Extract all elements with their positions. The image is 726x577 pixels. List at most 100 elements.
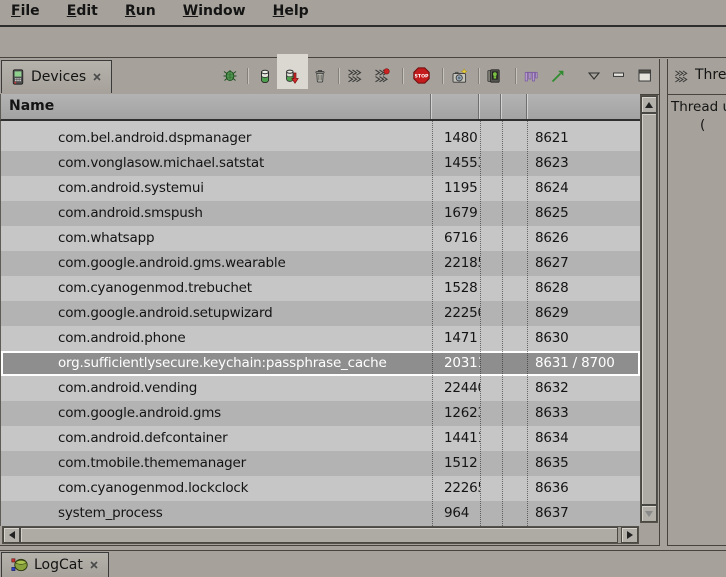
horizontal-scrollbar[interactable] bbox=[2, 526, 639, 544]
stop-process-icon[interactable]: STOP bbox=[413, 67, 430, 84]
method-profiling-icon[interactable] bbox=[374, 68, 390, 84]
table-row[interactable]: org.sufficientlysecure.keychain:passphra… bbox=[1, 351, 640, 376]
empty-cell bbox=[480, 476, 502, 501]
table-row[interactable]: com.google.android.gms.wearable221858627 bbox=[1, 251, 640, 276]
screen-record-icon[interactable] bbox=[487, 68, 503, 84]
empty-cell bbox=[480, 451, 502, 476]
empty-cell bbox=[480, 401, 502, 426]
process-pid: 14411 bbox=[432, 426, 480, 451]
screen-capture-icon[interactable] bbox=[452, 68, 469, 84]
process-name: com.android.systemui bbox=[1, 176, 432, 201]
threads-tabbar: Threads bbox=[668, 59, 726, 95]
column-divider bbox=[527, 121, 528, 526]
empty-cell bbox=[502, 226, 527, 251]
empty-cell bbox=[480, 126, 502, 151]
process-pid: 22265 bbox=[432, 476, 480, 501]
process-port: 8624 bbox=[527, 176, 640, 201]
process-port: 8636 bbox=[527, 476, 640, 501]
table-row[interactable]: com.android.systemui1195 8624 bbox=[1, 176, 640, 201]
table-row[interactable]: system_process9648637 bbox=[1, 501, 640, 526]
close-icon[interactable] bbox=[92, 72, 102, 82]
menu-file[interactable]: File bbox=[0, 0, 51, 19]
scroll-up-button[interactable] bbox=[641, 96, 657, 113]
process-pid: 1528 bbox=[432, 276, 480, 301]
main-toolbar bbox=[0, 27, 726, 58]
debug-process-icon[interactable] bbox=[222, 68, 238, 84]
menu-run[interactable]: Run bbox=[114, 0, 167, 19]
process-pid: 1471 bbox=[432, 326, 480, 351]
toolbar-separator bbox=[478, 68, 479, 84]
process-port: 8627 bbox=[527, 251, 640, 276]
close-icon[interactable] bbox=[89, 560, 99, 570]
process-name: org.sufficientlysecure.keychain:passphra… bbox=[1, 351, 432, 376]
table-row[interactable]: com.whatsapp67168626 bbox=[1, 226, 640, 251]
table-row[interactable]: com.bel.android.dspmanager14808621 bbox=[1, 126, 640, 151]
systrace-icon[interactable] bbox=[550, 68, 566, 84]
vertical-scrollbar-thumb[interactable] bbox=[641, 113, 657, 505]
threads-icon bbox=[674, 69, 689, 84]
menu-bar: File Edit Run Window Help bbox=[0, 0, 726, 27]
column-header-pid[interactable] bbox=[431, 94, 479, 119]
empty-cell bbox=[502, 151, 527, 176]
column-divider bbox=[502, 121, 503, 526]
process-pid: 1195 bbox=[432, 176, 480, 201]
process-name: com.google.android.gms.wearable bbox=[1, 251, 432, 276]
tab-logcat[interactable]: LogCat bbox=[1, 552, 109, 577]
toolbar-separator bbox=[247, 68, 248, 84]
tab-devices[interactable]: Devices bbox=[1, 60, 112, 93]
process-port: 8626 bbox=[527, 226, 640, 251]
process-name: com.google.android.gms bbox=[1, 401, 432, 426]
vertical-scrollbar[interactable] bbox=[640, 95, 658, 523]
table-row[interactable]: com.cyanogenmod.lockclock222658636 bbox=[1, 476, 640, 501]
tab-threads[interactable]: Threads bbox=[695, 67, 726, 83]
empty-cell bbox=[480, 426, 502, 451]
column-header-port[interactable] bbox=[527, 94, 641, 119]
menu-help[interactable]: Help bbox=[262, 0, 320, 19]
maximize-icon[interactable] bbox=[638, 69, 652, 82]
empty-cell bbox=[502, 276, 527, 301]
table-row[interactable]: com.android.defcontainer144118634 bbox=[1, 426, 640, 451]
table-row[interactable]: com.google.android.gms126238633 bbox=[1, 401, 640, 426]
process-pid: 964 bbox=[432, 501, 480, 526]
column-header-empty[interactable] bbox=[479, 94, 501, 119]
process-name: com.android.phone bbox=[1, 326, 432, 351]
threads-panel: Threads Thread up ( bbox=[667, 59, 726, 546]
menu-window[interactable]: Window bbox=[172, 0, 257, 19]
table-row[interactable]: com.android.smspush16798625 bbox=[1, 201, 640, 226]
scroll-right-button[interactable] bbox=[621, 527, 638, 543]
process-port: 8632 bbox=[527, 376, 640, 401]
update-heap-icon[interactable] bbox=[257, 68, 273, 84]
table-row[interactable]: com.cyanogenmod.trebuchet15288628 bbox=[1, 276, 640, 301]
view-menu-icon[interactable] bbox=[588, 72, 600, 80]
process-pid: 20311 bbox=[432, 351, 480, 376]
table-row[interactable]: com.tmobile.thememanager15128635 bbox=[1, 451, 640, 476]
process-port: 8634 bbox=[527, 426, 640, 451]
scroll-down-button[interactable] bbox=[641, 505, 657, 522]
minimize-icon[interactable] bbox=[612, 70, 626, 82]
scroll-left-button[interactable] bbox=[3, 527, 20, 543]
column-header-empty[interactable] bbox=[501, 94, 527, 119]
empty-cell bbox=[480, 176, 502, 201]
column-divider bbox=[480, 121, 481, 526]
process-name: com.cyanogenmod.trebuchet bbox=[1, 276, 432, 301]
empty-cell bbox=[502, 301, 527, 326]
menu-edit[interactable]: Edit bbox=[56, 0, 109, 19]
horizontal-scrollbar-thumb[interactable] bbox=[20, 527, 618, 543]
empty-cell bbox=[502, 451, 527, 476]
empty-cell bbox=[480, 301, 502, 326]
toolbar-separator bbox=[442, 68, 443, 84]
empty-cell bbox=[502, 251, 527, 276]
dump-hprof-icon[interactable] bbox=[284, 68, 300, 84]
table-row[interactable]: com.vonglasow.michael.satstat145538623 bbox=[1, 151, 640, 176]
process-port: 8629 bbox=[527, 301, 640, 326]
view-hierarchy-icon[interactable] bbox=[523, 68, 539, 84]
toolbar-separator bbox=[515, 68, 516, 84]
table-row[interactable]: com.google.android.setupwizard222508629 bbox=[1, 301, 640, 326]
process-port: 8633 bbox=[527, 401, 640, 426]
table-row[interactable]: com.android.phone14718630 bbox=[1, 326, 640, 351]
process-name: com.android.vending bbox=[1, 376, 432, 401]
update-threads-icon[interactable] bbox=[347, 68, 363, 84]
cause-gc-icon[interactable] bbox=[312, 68, 328, 84]
column-header-name[interactable]: Name bbox=[1, 94, 431, 119]
table-row[interactable]: com.android.vending224408632 bbox=[1, 376, 640, 401]
